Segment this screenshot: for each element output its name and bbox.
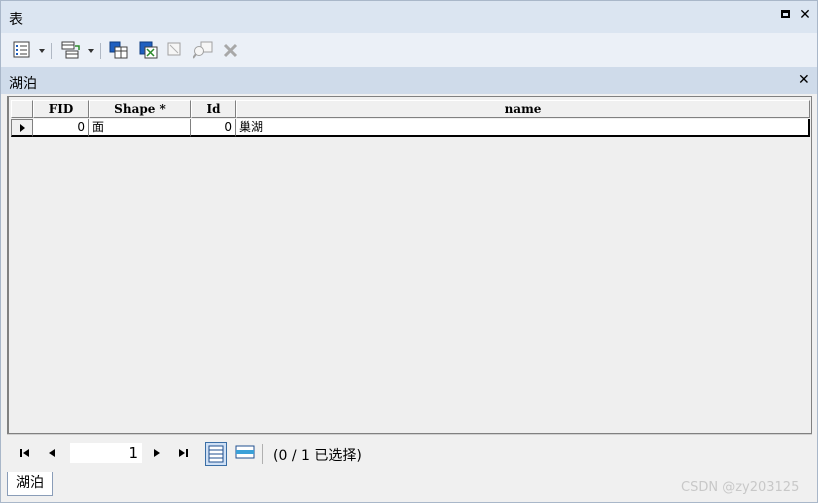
current-row-icon [20, 124, 25, 132]
last-record-icon[interactable] [177, 447, 189, 461]
table-options-icon[interactable] [13, 41, 31, 59]
switch-selection-icon[interactable] [139, 41, 159, 59]
maximize-button[interactable] [777, 7, 793, 23]
show-selected-records-icon[interactable] [234, 442, 256, 466]
first-record-icon[interactable] [19, 447, 31, 461]
table-tab-湖泊[interactable]: 湖泊 [7, 472, 53, 496]
delete-selected-icon[interactable] [223, 41, 239, 59]
toolbar-separator [51, 43, 52, 59]
record-navigation-bar: 1 (0 / 1 已选择) [7, 434, 812, 471]
toolbar-separator [100, 43, 101, 59]
table-options-dropdown-icon[interactable] [39, 49, 45, 53]
table-tab-title: 湖泊 [9, 76, 37, 92]
cell-name[interactable]: 巢湖 [236, 119, 810, 137]
zoom-to-selected-icon[interactable] [193, 41, 213, 59]
column-header-fid[interactable]: FID [33, 100, 89, 118]
column-header-shape[interactable]: Shape * [89, 100, 191, 118]
cell-id[interactable]: 0 [191, 119, 236, 137]
show-all-records-icon[interactable] [205, 442, 227, 466]
row-selector[interactable] [11, 119, 33, 137]
watermark-text: CSDN @zy203125 [681, 480, 800, 495]
table-row[interactable]: 0 面 0 巢湖 [11, 119, 810, 137]
maximize-icon [780, 10, 790, 18]
selection-count-text: (0 / 1 已选择) [273, 448, 362, 464]
related-tables-icon[interactable] [61, 41, 81, 59]
related-tables-dropdown-icon[interactable] [88, 49, 94, 53]
column-header-id[interactable]: Id [191, 100, 236, 118]
previous-record-icon[interactable] [47, 447, 57, 461]
toolbar [1, 33, 817, 67]
clear-selection-icon[interactable] [167, 41, 183, 59]
select-by-attributes-icon[interactable] [109, 41, 129, 59]
close-table-icon[interactable]: ✕ [798, 72, 810, 88]
column-header-name[interactable]: name [236, 100, 810, 118]
title-bar: 表 ✕ [1, 1, 817, 33]
attribute-grid: FID Shape * Id name 0 面 0 巢湖 [7, 96, 812, 434]
next-record-icon[interactable] [152, 447, 162, 461]
close-window-button[interactable]: ✕ [797, 7, 813, 23]
table-tab-header: 湖泊 ✕ [1, 67, 817, 94]
grid-corner-header[interactable] [11, 100, 33, 118]
table-window: 表 ✕ 湖泊 ✕ FID Shape * Id name 0 面 0 巢湖 1 … [0, 0, 818, 503]
navigation-separator [262, 444, 263, 464]
window-title: 表 [9, 12, 23, 28]
current-record-input[interactable]: 1 [69, 442, 143, 464]
cell-fid[interactable]: 0 [33, 119, 89, 137]
cell-shape[interactable]: 面 [89, 119, 191, 137]
